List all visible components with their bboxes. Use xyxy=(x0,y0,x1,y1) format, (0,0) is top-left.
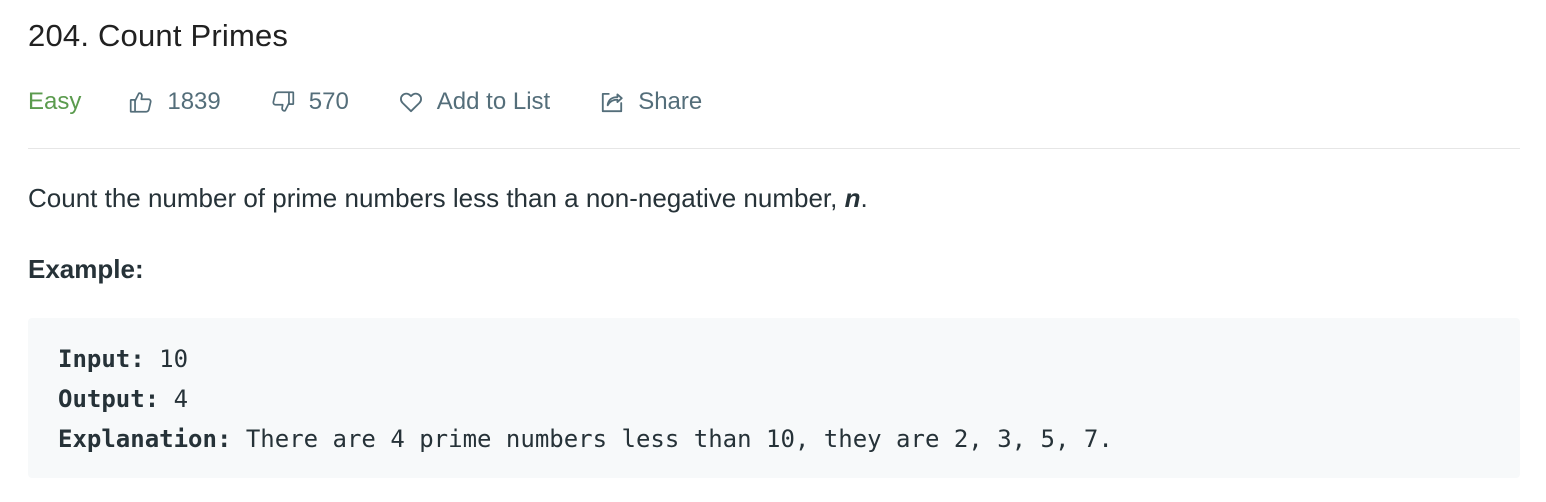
output-key: Output: xyxy=(58,385,160,413)
thumbs-down-icon xyxy=(269,88,297,116)
share-label: Share xyxy=(638,88,703,115)
share-icon xyxy=(598,88,626,116)
description-text: Count the number of prime numbers less t… xyxy=(28,183,845,213)
header-divider xyxy=(28,148,1520,149)
add-to-list-button[interactable]: Add to List xyxy=(397,88,550,116)
heart-icon xyxy=(397,88,425,116)
thumbs-up-icon xyxy=(127,88,155,116)
dislike-button[interactable]: 570 xyxy=(269,88,349,116)
explanation-value: There are 4 prime numbers less than 10, … xyxy=(231,425,1113,453)
dislike-count: 570 xyxy=(308,88,349,115)
description-variable: n xyxy=(844,183,861,213)
output-value: 4 xyxy=(159,385,189,413)
example-input-line: Input: 10 xyxy=(58,339,1490,379)
example-explanation-line: Explanation: There are 4 prime numbers l… xyxy=(58,419,1490,459)
difficulty-badge: Easy xyxy=(28,88,82,115)
like-button[interactable]: 1839 xyxy=(127,88,221,116)
input-value: 10 xyxy=(144,345,189,373)
like-count: 1839 xyxy=(167,88,221,115)
share-button[interactable]: Share xyxy=(598,88,702,116)
example-code-block: Input: 10 Output: 4 Explanation: There a… xyxy=(28,318,1520,478)
problem-meta-row: Easy 1839 570 Add to List Share xyxy=(28,84,750,120)
input-key: Input: xyxy=(58,345,145,373)
example-output-line: Output: 4 xyxy=(58,379,1490,419)
example-heading: Example: xyxy=(28,254,144,284)
problem-description: Count the number of prime numbers less t… xyxy=(28,183,868,214)
problem-title: 204. Count Primes xyxy=(28,18,289,53)
explanation-key: Explanation: xyxy=(58,425,232,453)
add-to-list-label: Add to List xyxy=(436,88,551,115)
description-suffix: . xyxy=(860,183,868,213)
